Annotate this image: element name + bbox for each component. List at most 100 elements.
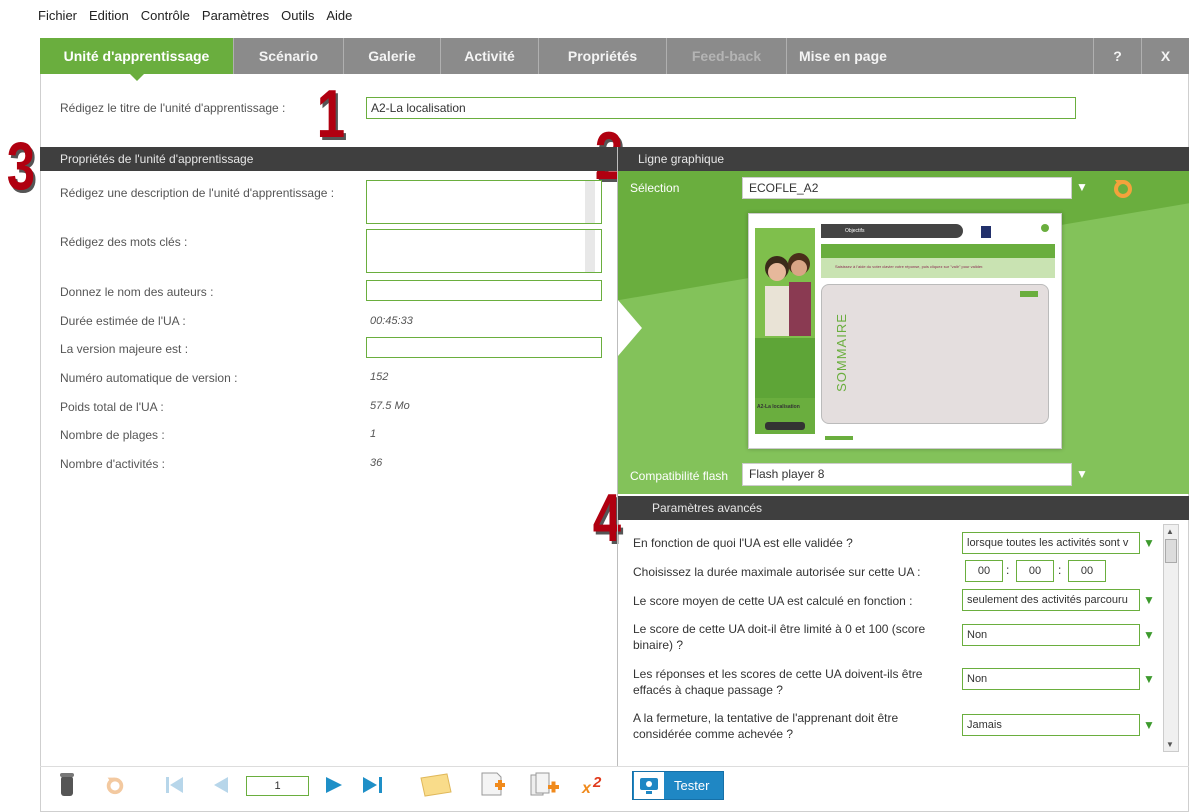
- preview-summary: SOMMAIRE: [833, 313, 849, 392]
- add-page-icon[interactable]: [478, 770, 508, 800]
- preview-dot: [1041, 224, 1049, 232]
- last-page-icon[interactable]: [362, 770, 384, 800]
- preview-counter: [765, 422, 805, 430]
- auto-version-label: Numéro automatique de version :: [60, 371, 238, 385]
- advanced-row-erase-label: Les réponses et les scores de cette UA d…: [633, 667, 923, 697]
- tab-unite[interactable]: Unité d'apprentissage: [40, 38, 234, 81]
- flash-dropdown[interactable]: Flash player 8: [742, 463, 1072, 486]
- advanced-row-duration-label: Choisissez la durée maximale autorisée s…: [633, 565, 921, 579]
- menu-controle[interactable]: Contrôle: [141, 8, 190, 28]
- menu-parametres[interactable]: Paramètres: [202, 8, 269, 28]
- description-scrollbar[interactable]: [585, 181, 595, 223]
- scroll-thumb[interactable]: [1165, 539, 1177, 563]
- trash-icon[interactable]: [57, 770, 77, 800]
- preview-content-box: SOMMAIRE: [821, 284, 1049, 424]
- graphic-header-title: Ligne graphique: [638, 152, 725, 166]
- binary-score-chevron-icon[interactable]: ▼: [1143, 628, 1155, 642]
- selection-chevron-icon[interactable]: ▼: [1076, 180, 1088, 194]
- title-input[interactable]: A2-La localisation: [366, 97, 1076, 119]
- tab-mise-en-page[interactable]: Mise en page: [787, 38, 1094, 74]
- advanced-header-title: Paramètres avancés: [652, 501, 763, 515]
- weight-value: 57.5 Mo: [370, 400, 410, 412]
- advanced-row-validation-label: En fonction de quoi l'UA est elle validé…: [633, 536, 853, 550]
- major-version-field[interactable]: [366, 337, 602, 358]
- ranges-value: 1: [370, 428, 377, 440]
- selection-label: Sélection: [630, 181, 680, 195]
- first-page-icon[interactable]: [165, 770, 185, 800]
- duration-label: Durée estimée de l'UA :: [60, 314, 186, 328]
- validation-chevron-icon[interactable]: ▼: [1143, 536, 1155, 550]
- authors-field[interactable]: [366, 280, 602, 301]
- menu-outils[interactable]: Outils: [281, 8, 314, 28]
- auto-version-value: 152: [370, 371, 389, 383]
- note-icon[interactable]: [416, 770, 456, 800]
- activities-value: 36: [370, 457, 383, 469]
- monitor-icon: [634, 772, 664, 799]
- tab-feedback: Feed-back: [667, 38, 787, 74]
- panel-arrow-shape: [618, 300, 642, 356]
- duration-sep-2: :: [1058, 563, 1062, 577]
- scroll-down-icon[interactable]: ▼: [1166, 740, 1174, 749]
- validation-select[interactable]: lorsque toutes les activités sont v: [962, 532, 1140, 554]
- advanced-header: Paramètres avancés: [618, 496, 1189, 520]
- duration-hours[interactable]: 00: [965, 560, 1003, 582]
- duration-sep-1: :: [1006, 563, 1010, 577]
- completion-chevron-icon[interactable]: ▼: [1143, 718, 1155, 732]
- authors-label: Donnez le nom des auteurs :: [60, 285, 214, 299]
- binary-score-select[interactable]: Non: [962, 624, 1140, 646]
- score-calc-select[interactable]: seulement des activités parcouru: [962, 589, 1140, 611]
- template-preview: A2-La localisation Objectifs Saisissez à…: [748, 213, 1062, 449]
- preview-logo: [981, 226, 991, 238]
- tab-proprietes[interactable]: Propriétés: [539, 38, 667, 74]
- test-button-label: Tester: [674, 778, 710, 793]
- duration-seconds[interactable]: 00: [1068, 560, 1106, 582]
- preview-side-photo: A2-La localisation: [755, 228, 815, 434]
- duplicate-x2-icon[interactable]: x2: [580, 770, 610, 800]
- menu-fichier[interactable]: Fichier: [38, 8, 77, 28]
- tab-activite[interactable]: Activité: [441, 38, 539, 74]
- title-label: Rédigez le titre de l'unité d'apprentiss…: [60, 101, 286, 115]
- score-calc-chevron-icon[interactable]: ▼: [1143, 593, 1155, 607]
- erase-select[interactable]: Non: [962, 668, 1140, 690]
- flash-label: Compatibilité flash: [630, 469, 729, 483]
- erase-chevron-icon[interactable]: ▼: [1143, 672, 1155, 686]
- preview-banner: Saisissez à l'aide du voter clavier votr…: [821, 258, 1055, 278]
- props-header-title: Propriétés de l'unité d'apprentissage: [60, 152, 254, 166]
- keywords-scrollbar[interactable]: [585, 230, 595, 272]
- prev-page-icon[interactable]: [210, 770, 230, 800]
- menu-bar: Fichier Edition Contrôle Paramètres Outi…: [38, 8, 352, 28]
- weight-label: Poids total de l'UA :: [60, 400, 164, 414]
- menu-edition[interactable]: Edition: [89, 8, 129, 28]
- advanced-row-close-label: A la fermeture, la tentative de l'appren…: [633, 711, 899, 741]
- help-button[interactable]: ?: [1094, 38, 1142, 74]
- activities-label: Nombre d'activités :: [60, 457, 165, 471]
- scroll-up-icon[interactable]: ▲: [1166, 527, 1174, 536]
- keywords-field[interactable]: [366, 229, 602, 273]
- tab-galerie[interactable]: Galerie: [344, 38, 441, 74]
- selection-dropdown[interactable]: ECOFLE_A2: [742, 177, 1072, 199]
- ranges-label: Nombre de plages :: [60, 428, 165, 442]
- flash-chevron-icon[interactable]: ▼: [1076, 467, 1088, 481]
- duration-minutes[interactable]: 00: [1016, 560, 1054, 582]
- toolbar-divider: [40, 766, 1189, 767]
- svg-text:2: 2: [592, 774, 602, 791]
- advanced-row-binary-label: Le score de cette UA doit-il être limité…: [633, 622, 926, 652]
- advanced-scrollbar[interactable]: ▲ ▼: [1163, 524, 1179, 752]
- page-number-input[interactable]: 1: [246, 776, 309, 796]
- preview-badge: [1020, 291, 1038, 297]
- refresh-icon[interactable]: [1111, 176, 1135, 200]
- graphic-header: Ligne graphique: [618, 147, 1189, 171]
- callout-3: 3: [6, 128, 36, 204]
- completion-select[interactable]: Jamais: [962, 714, 1140, 736]
- svg-text:x: x: [581, 780, 592, 797]
- description-field[interactable]: [366, 180, 602, 224]
- add-pages-icon[interactable]: [528, 770, 562, 800]
- tab-scenario[interactable]: Scénario: [234, 38, 344, 74]
- test-button[interactable]: Tester: [632, 771, 724, 800]
- next-page-icon[interactable]: [324, 770, 344, 800]
- close-button[interactable]: X: [1142, 38, 1189, 74]
- preview-caption: A2-La localisation: [757, 404, 800, 410]
- menu-aide[interactable]: Aide: [326, 8, 352, 28]
- undo-icon[interactable]: [103, 770, 127, 800]
- main-tabs: Unité d'apprentissage Scénario Galerie A…: [40, 38, 1189, 81]
